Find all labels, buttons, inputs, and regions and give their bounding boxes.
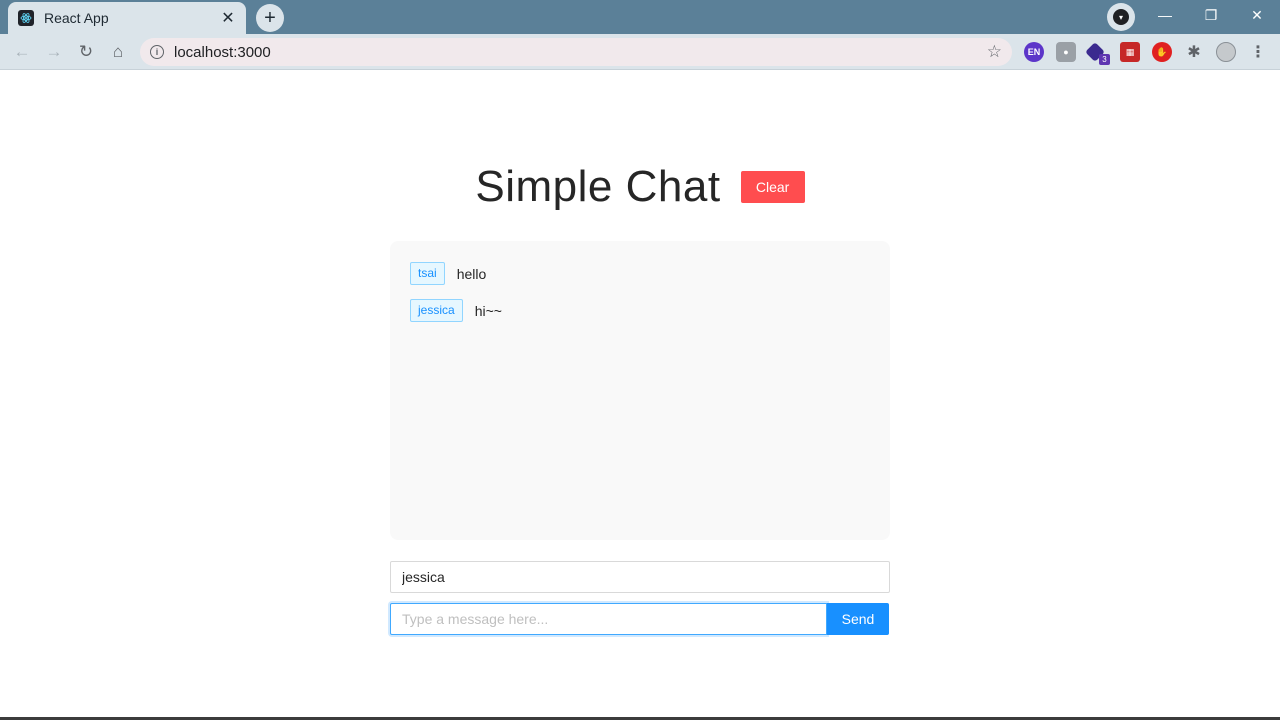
adblock-hand-icon[interactable]: ✋ [1152, 42, 1172, 62]
user-tag: jessica [410, 299, 463, 322]
home-icon[interactable]: ⌂ [105, 39, 131, 65]
gallery-extension-icon[interactable]: ▦ [1120, 42, 1140, 62]
restore-button[interactable]: ❐ [1188, 0, 1234, 30]
send-row: Send [390, 603, 889, 635]
tab-title: React App [44, 10, 109, 26]
chat-header: Simple Chat Clear [0, 162, 1280, 212]
address-bar[interactable]: i localhost:3000 ☆ [140, 38, 1012, 66]
list-item: jessica hi~~ [410, 299, 870, 322]
browser-tabstrip: React App ✕ + ▾ — ❐ ✕ [0, 0, 1280, 34]
puzzle-extensions-icon[interactable]: ✱ [1184, 42, 1204, 62]
message-text: hello [456, 265, 487, 282]
avatar[interactable] [1216, 42, 1236, 62]
username-input[interactable] [390, 561, 890, 593]
browser-toolbar: ← → ↻ ⌂ i localhost:3000 ☆ EN ● 3 ▦ ✋ ✱ … [0, 34, 1280, 70]
new-tab-button[interactable]: + [256, 4, 284, 32]
window-close-button[interactable]: ✕ [1234, 0, 1280, 30]
info-icon[interactable]: i [150, 45, 164, 59]
minimize-button[interactable]: — [1142, 0, 1188, 30]
clear-button[interactable]: Clear [740, 171, 805, 203]
browser-tab[interactable]: React App ✕ [8, 2, 246, 34]
back-arrow-icon[interactable]: ← [9, 39, 35, 65]
tab-close-icon[interactable]: ✕ [220, 8, 236, 28]
page-title: Simple Chat [475, 162, 721, 211]
camera-extension-icon[interactable]: ● [1056, 42, 1076, 62]
url-text[interactable]: localhost:3000 [174, 44, 987, 61]
bookmark-star-icon[interactable]: ☆ [987, 42, 1002, 62]
reload-icon[interactable]: ↻ [73, 39, 99, 65]
extension-badge: 3 [1099, 54, 1110, 65]
message-input[interactable] [390, 603, 827, 635]
tab-search-button[interactable]: ▾ [1107, 3, 1135, 31]
language-extension-icon[interactable]: EN [1024, 42, 1044, 62]
user-tag: tsai [410, 262, 445, 285]
forward-arrow-icon[interactable]: → [41, 39, 67, 65]
message-list: tsai hello jessica hi~~ [390, 241, 890, 540]
react-logo-icon [18, 10, 34, 26]
chevron-down-icon: ▾ [1113, 9, 1129, 25]
message-text: hi~~ [474, 302, 502, 319]
menu-kebab-icon[interactable]: ⋮ [1248, 42, 1268, 62]
list-item: tsai hello [410, 262, 870, 285]
send-button[interactable]: Send [827, 603, 889, 635]
